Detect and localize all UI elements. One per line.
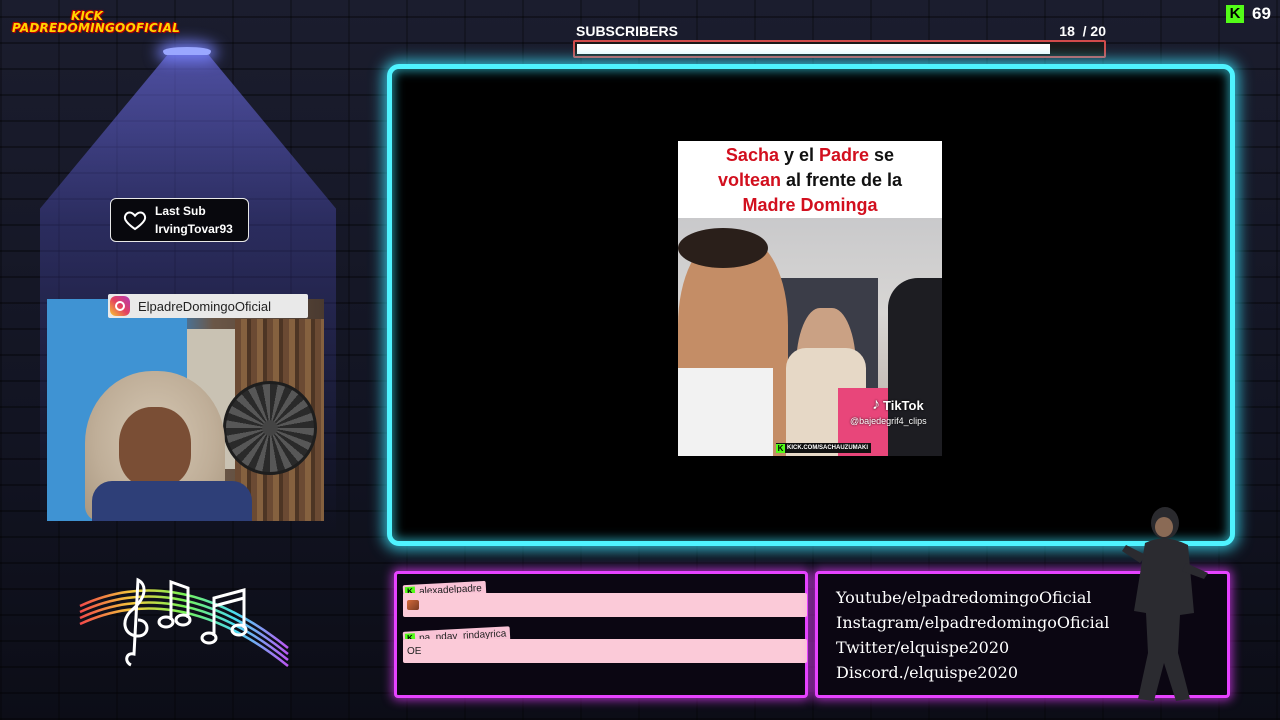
scene-person-shirt (678, 368, 773, 456)
ceiling-lamp-icon (163, 47, 211, 55)
video-caption-line-2: voltean al frente de la (678, 168, 942, 193)
caption-part-1-2: Padre (819, 145, 870, 165)
viewer-count-number: 69 (1252, 4, 1271, 23)
caption-part-1-1: y el (778, 145, 819, 165)
last-sub-label: Last Sub (155, 204, 206, 218)
subscribers-goal-count: 18 / 20 (1040, 23, 1106, 39)
dancer-figure (1122, 507, 1208, 701)
streamer-face (119, 407, 191, 487)
tiktok-logo: ♪ TikTok (872, 396, 924, 414)
streamer-shirt (92, 481, 252, 521)
fan-icon (223, 381, 317, 475)
socials-list: Youtube/elpadredomingoOficial Instagram/… (836, 585, 1109, 685)
viewer-count: K 69 (1226, 4, 1271, 24)
caption-part-1-0: Sacha (725, 145, 779, 165)
chat-message-body: OE (403, 639, 807, 663)
caption-part-3-0: Madre Dominga (742, 195, 878, 215)
instagram-icon (110, 296, 130, 316)
clip-watermark: K KICK.COM/SACHAUZUMAKI (776, 443, 871, 453)
subscribers-progress-fill (577, 44, 1050, 54)
kick-logo-icon: K (776, 443, 785, 453)
tiktok-icon: ♪ (872, 396, 880, 413)
video-caption-line-1: Sacha y el Padre se (678, 143, 942, 168)
subscribers-goal-current: 18 (1059, 23, 1075, 39)
last-sub-widget: Last Sub IrvingTovar93 (110, 198, 249, 242)
video-caption-line-3: Madre Dominga (678, 193, 942, 218)
channel-tag-name: PADREDOMINGOOFICIAL (12, 21, 180, 35)
music-notes-icon (79, 577, 289, 667)
chat-panel: K alexadelpadre K pa_nday_rindayrica OE (394, 571, 808, 698)
channel-tag: KICK PADREDOMINGOOFICIAL (12, 10, 180, 35)
social-discord: Discord./elquispe2020 (836, 663, 1019, 682)
chat-message: K pa_nday_rindayrica OE (402, 625, 807, 663)
caption-part-1-3: se (869, 145, 895, 165)
kick-logo-icon: K (1226, 5, 1244, 23)
instagram-handle-text: ElpadreDomingoOficial (138, 298, 271, 314)
tiktok-handle: @bajedegrif4_clips (850, 416, 927, 426)
emote-icon (407, 600, 419, 610)
video-caption: Sacha y el Padre se voltean al frente de… (678, 141, 942, 218)
webcam-feed (47, 299, 324, 521)
clip-watermark-url: KICK.COM/SACHAUZUMAKI (787, 445, 868, 451)
last-sub-user: IrvingTovar93 (155, 222, 233, 236)
subscribers-progress-bar (573, 40, 1106, 58)
scene-person-right (888, 278, 942, 456)
chat-message-text: OE (407, 645, 422, 657)
heart-icon (123, 211, 147, 231)
instagram-handle-badge: ElpadreDomingoOficial (108, 294, 308, 318)
caption-part-2-1: al frente de la (780, 170, 903, 190)
subscribers-goal-label: SUBSCRIBERS (576, 23, 678, 39)
tiktok-label: TikTok (883, 397, 924, 413)
social-instagram: Instagram/elpadredomingoOficial (836, 613, 1110, 632)
scene-person-hair (678, 228, 768, 268)
subscribers-goal-target: / 20 (1082, 23, 1106, 39)
social-youtube: Youtube/elpadredomingoOficial (836, 588, 1092, 607)
chat-message: K alexadelpadre (402, 579, 807, 617)
caption-part-2-0: voltean (717, 170, 781, 190)
social-twitter: Twitter/elquispe2020 (836, 638, 1010, 657)
chat-message-body (403, 593, 807, 617)
